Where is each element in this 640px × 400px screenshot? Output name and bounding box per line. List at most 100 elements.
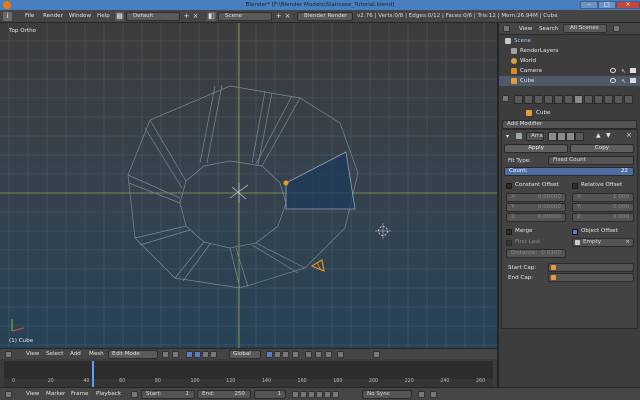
menu-render[interactable]: Render [43,13,63,19]
tab-object-icon[interactable] [554,95,563,104]
tab-modifiers-icon[interactable] [574,95,583,104]
prev-keyframe-icon[interactable] [300,391,307,398]
constant-offset-checkbox[interactable] [506,183,512,189]
menu-select[interactable]: Select [46,351,63,357]
menu-window[interactable]: Window [69,13,91,19]
viewport-canvas[interactable] [0,23,497,348]
next-keyframe-icon[interactable] [324,391,331,398]
layout-icon[interactable]: ▦ [115,12,124,21]
show-editmode-icon[interactable] [566,132,575,141]
fit-type-select[interactable]: Fixed Count [548,156,634,165]
keying-set-icon[interactable] [430,391,437,398]
pivot-icon[interactable] [172,351,179,358]
outliner-item-renderlayers[interactable]: RenderLayers [499,46,640,56]
outliner-item-scene[interactable]: Scene [499,36,640,46]
maximize-button[interactable]: □ [598,1,616,9]
current-frame-indicator[interactable] [92,361,95,387]
menu-outliner-view[interactable]: View [519,26,532,32]
tab-render-icon[interactable] [514,95,523,104]
show-render-icon[interactable] [548,132,557,141]
layout-remove-icon[interactable]: × [191,12,200,21]
face-select-icon[interactable] [282,351,289,358]
timeline[interactable]: 0 20 40 60 80 100 120 140 160 180 200 220 240 260 [0,359,497,387]
constant-y-field[interactable]: Y: 0.00000 [506,203,566,212]
current-frame-field[interactable]: 1 [254,390,286,399]
end-cap-field[interactable] [548,273,634,282]
tab-scene-icon[interactable] [534,95,543,104]
menu-playback[interactable]: Playback [96,391,121,397]
show-viewport-icon[interactable] [557,132,566,141]
jump-start-icon[interactable] [292,391,299,398]
outliner-item-camera[interactable]: Camera ↖ [499,66,640,76]
relative-offset-checkbox[interactable] [572,183,578,189]
editor-type-3d-icon[interactable] [5,351,12,358]
timeline-ruler[interactable]: 0 20 40 60 80 100 120 140 160 180 200 220 240 260 [4,379,493,387]
limit-selection-icon[interactable] [292,351,299,358]
tab-layers-icon[interactable] [524,95,533,104]
edge-select-icon[interactable] [274,351,281,358]
manipulator-icon[interactable] [186,351,193,358]
end-frame-field[interactable]: End: 250 [197,390,251,399]
auto-key-icon[interactable] [418,391,425,398]
tab-particles-icon[interactable] [614,95,623,104]
constant-z-field[interactable]: Z: 0.00000 [506,213,566,222]
timeline-icon[interactable] [131,391,138,398]
minimize-button[interactable]: – [580,1,598,9]
tab-physics-icon[interactable] [624,95,633,104]
outliner-item-world[interactable]: World [499,56,640,66]
tab-constraints-icon[interactable] [564,95,573,104]
menu-file[interactable]: File [25,13,34,19]
editor-type-properties-icon[interactable] [502,95,509,102]
render-camera-icon[interactable] [630,68,636,73]
proportional-edit-icon[interactable] [305,351,312,358]
relative-z-field[interactable]: Z: 0.000 [572,213,634,222]
vertex-select-icon[interactable] [266,351,273,358]
play-reverse-icon[interactable] [308,391,315,398]
menu-frame[interactable]: Frame [71,391,88,397]
object-offset-checkbox[interactable] [572,229,578,235]
rotate-icon[interactable] [202,351,209,358]
layout-add-icon[interactable]: + [182,12,191,21]
menu-view[interactable]: View [26,351,39,357]
opengl-render-icon[interactable] [337,351,344,358]
sync-select[interactable]: No Sync [362,390,412,399]
translate-icon[interactable] [194,351,201,358]
scale-icon[interactable] [210,351,217,358]
start-frame-field[interactable]: Start: 1 [141,390,195,399]
relative-x-field[interactable]: X: 1.000 [572,193,634,202]
close-button[interactable]: × [616,1,640,9]
menu-add[interactable]: Add [70,351,81,357]
constant-x-field[interactable]: X: 0.00000 [506,193,566,202]
visibility-eye-icon[interactable] [610,68,616,73]
play-icon[interactable] [316,391,323,398]
render-preview-icon[interactable] [373,351,380,358]
selectability-arrow-icon[interactable]: ↖ [621,77,626,87]
remove-modifier-icon[interactable]: × [626,131,632,139]
snap-element-icon[interactable] [325,351,332,358]
count-field[interactable]: Count: 22 [504,167,634,176]
show-cage-icon[interactable] [575,132,584,141]
add-modifier-button[interactable]: Add Modifier [502,120,637,129]
render-camera-icon[interactable] [630,78,636,83]
snap-icon[interactable] [315,351,322,358]
merge-distance-field[interactable]: Distance: 0.0100 [506,249,566,258]
apply-button[interactable]: Apply [504,144,568,153]
editor-type-outliner-icon[interactable] [503,25,510,32]
tab-texture-icon[interactable] [604,95,613,104]
editor-type-icon[interactable]: i [3,12,12,21]
editor-type-timeline-icon[interactable] [5,391,12,398]
move-up-icon[interactable]: ▲ [596,132,601,139]
tab-world-icon[interactable] [544,95,553,104]
clear-field-icon[interactable]: × [625,239,630,246]
outliner-search-icon[interactable] [613,25,620,32]
shading-icon[interactable] [162,351,169,358]
scene-remove-icon[interactable]: × [283,12,292,21]
scene-add-icon[interactable]: + [274,12,283,21]
layout-field[interactable]: Default [126,12,180,21]
scene-field[interactable]: Scene [218,12,272,21]
jump-end-icon[interactable] [332,391,339,398]
relative-y-field[interactable]: Y: 0.000 [572,203,634,212]
modifier-name-field[interactable]: Arra [526,132,544,141]
visibility-eye-icon[interactable] [610,78,616,83]
scene-icon[interactable]: ◧ [207,12,216,21]
